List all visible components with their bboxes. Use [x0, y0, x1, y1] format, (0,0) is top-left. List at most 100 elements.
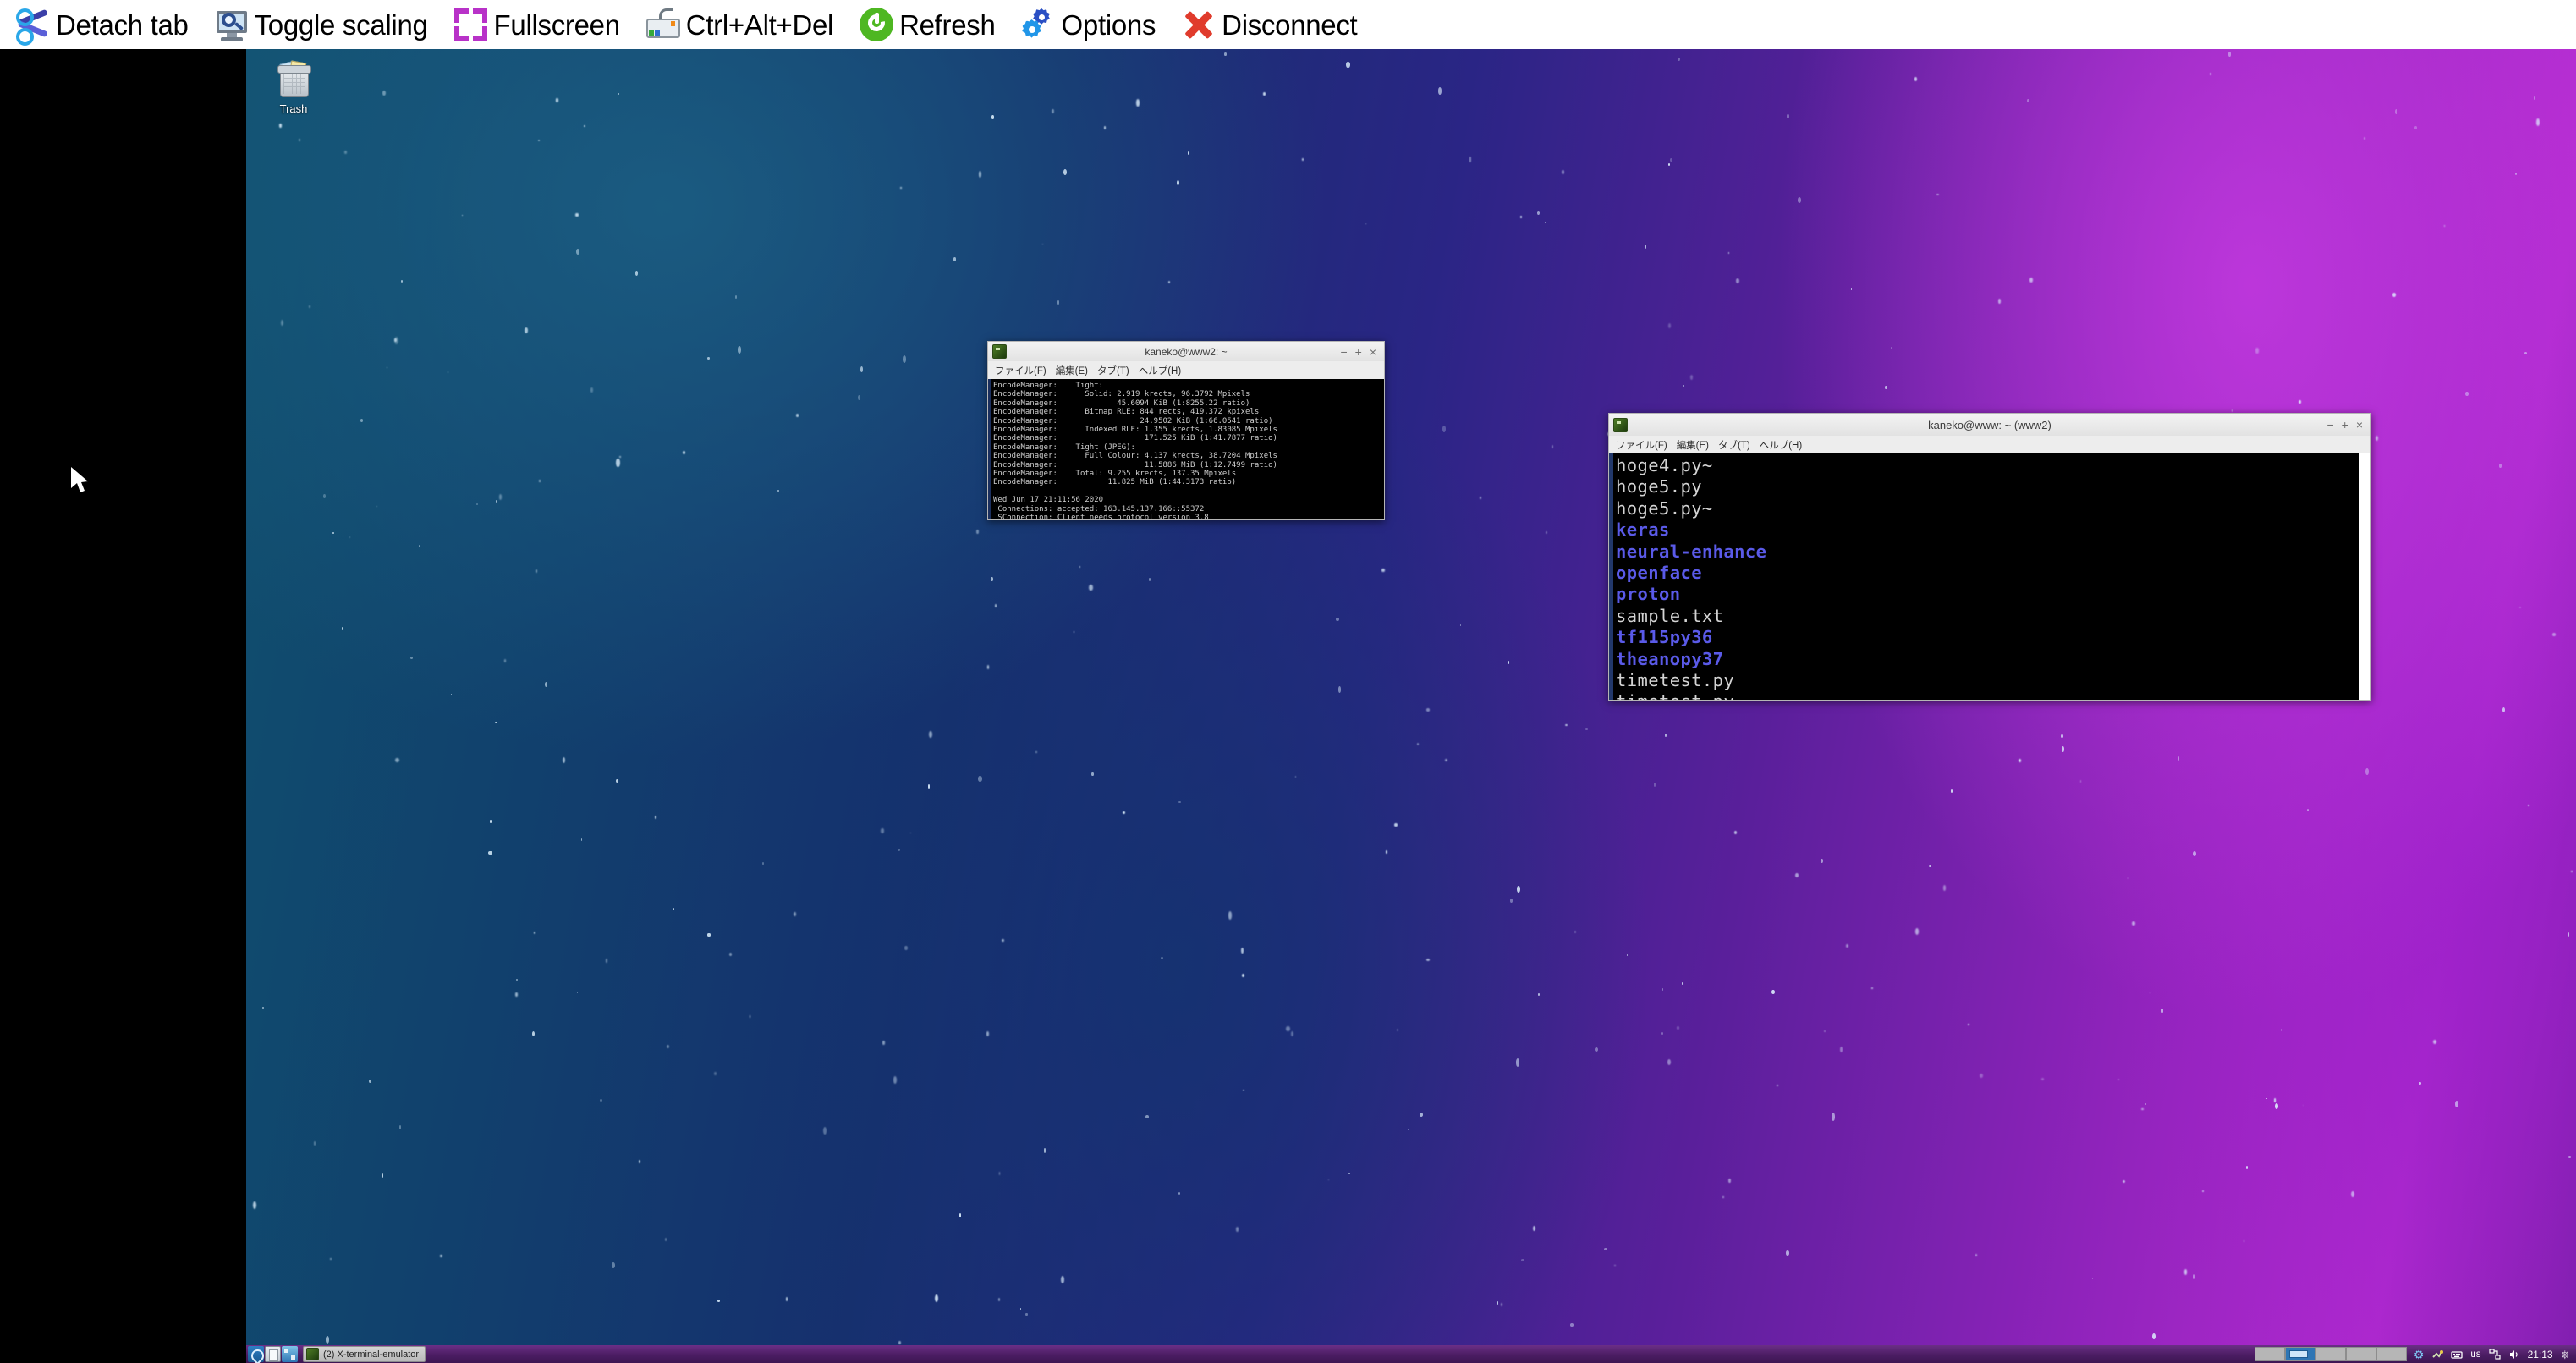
terminal-app-icon [992, 344, 1007, 359]
terminal-line: EncodeManager: Tight (JPEG): [993, 442, 1135, 452]
refresh-icon [859, 7, 894, 42]
clock[interactable]: 21:13 [2528, 1349, 2553, 1360]
terminal-line: EncodeManager: 24.9502 KiB (1:66.0541 ra… [993, 416, 1273, 426]
terminal-line: EncodeManager: Full Colour: 4.137 krects… [993, 452, 1277, 461]
options-label: Options [1061, 8, 1156, 41]
fullscreen-button[interactable]: Fullscreen [450, 1, 642, 48]
refresh-label: Refresh [899, 8, 996, 41]
power-icon[interactable]: ⎈ [2561, 1348, 2569, 1361]
menu-help[interactable]: ヘルプ(H) [1139, 364, 1181, 377]
file-entry: timetest.py~ [1616, 691, 2370, 700]
maximize-button[interactable]: + [2342, 419, 2348, 431]
workspace-2[interactable] [2284, 1347, 2315, 1361]
workspace-5[interactable] [2376, 1347, 2407, 1361]
file-entry: hoge4.py~ [1616, 455, 1713, 475]
directory-entry: neural-enhance [1616, 541, 1767, 562]
maximize-button[interactable]: + [1355, 346, 1362, 358]
workspace-1[interactable] [2254, 1347, 2285, 1361]
taskbar-right: ⚙ us 21:13 ⎈ [2254, 1345, 2576, 1363]
keyboard-layout-label[interactable]: us [2470, 1349, 2480, 1360]
bluetooth-icon[interactable]: ⚙ [2414, 1349, 2425, 1360]
workspace-4[interactable] [2345, 1347, 2376, 1361]
menu-tabs[interactable]: タブ(T) [1097, 364, 1129, 377]
taskbar-window-button[interactable]: (2) X-terminal-emulator [303, 1346, 426, 1362]
terminal-output-www2[interactable]: EncodeManager: Tight: EncodeManager: Soli… [987, 379, 1385, 520]
terminal-line: SConnection: Client needs protocol versi… [993, 514, 1209, 520]
home-icon[interactable] [248, 1346, 264, 1362]
titlebar-www2[interactable]: kaneko@www2: ~ − + × [987, 341, 1385, 361]
terminal-line: Connections: accepted: 163.145.137.166::… [993, 504, 1205, 514]
detach-tab-button[interactable]: Detach tab [12, 1, 211, 48]
titlebar-www[interactable]: kaneko@www: ~ (www2) − + × [1608, 413, 2371, 436]
volume-icon[interactable] [2508, 1349, 2520, 1360]
terminal-window-www[interactable]: kaneko@www: ~ (www2) − + × ファイル(F) 編集(E)… [1608, 413, 2371, 701]
minimize-button[interactable]: − [1340, 346, 1347, 358]
menu-edit[interactable]: 編集(E) [1056, 364, 1088, 377]
window-controls-www2: − + × [1340, 346, 1384, 358]
terminal-icon [306, 1348, 319, 1360]
terminal-line: Wed Jun 17 21:11:56 2020 [993, 496, 1104, 505]
toggle-scaling-button[interactable]: Toggle scaling [211, 1, 450, 48]
window-controls-www: − + × [2326, 419, 2370, 431]
terminal-line: EncodeManager: Indexed RLE: 1.355 krects… [993, 426, 1277, 435]
detach-tab-label: Detach tab [56, 8, 189, 41]
file-entry: hoge5.py~ [1616, 497, 1713, 519]
apps-icon[interactable] [282, 1346, 298, 1362]
menu-file[interactable]: ファイル(F) [1616, 438, 1667, 452]
menu-tabs[interactable]: タブ(T) [1718, 438, 1750, 452]
terminal-window-www2[interactable]: kaneko@www2: ~ − + × ファイル(F) 編集(E) タブ(T)… [987, 341, 1385, 520]
terminal-line: EncodeManager: 171.525 KiB (1:41.7877 ra… [993, 434, 1277, 443]
vnc-viewer-toolbar: Detach tab Toggle scaling Fullscreen Ctr… [0, 0, 2576, 49]
disconnect-button[interactable]: Disconnect [1178, 1, 1379, 48]
directory-entry: keras [1616, 519, 1670, 541]
remote-desktop-viewport[interactable]: Trash kaneko@www2: ~ − + × ファイル(F) 編集(E)… [246, 49, 2576, 1363]
options-button[interactable]: Options [1018, 1, 1178, 48]
file-entry: sample.txt [1616, 605, 1724, 626]
window-title-www: kaneko@www: ~ (www2) [1928, 418, 2051, 431]
terminal-line: EncodeManager: 45.6094 KiB (1:8255.22 ra… [993, 398, 1250, 408]
menu-file[interactable]: ファイル(F) [995, 364, 1046, 377]
disconnect-label: Disconnect [1222, 8, 1358, 41]
network-icon[interactable] [2431, 1349, 2444, 1360]
terminal-scrollbar[interactable] [2359, 453, 2370, 700]
desktop-icon-trash[interactable]: Trash [255, 60, 332, 115]
close-button[interactable]: × [1370, 346, 1376, 358]
directory-entry: theanopy37 [1616, 648, 1724, 669]
monitor-magnifier-icon [214, 7, 250, 42]
terminal-line: EncodeManager: Tight: [993, 382, 1104, 390]
close-button[interactable]: × [2356, 419, 2363, 431]
keyboard-icon [645, 7, 681, 42]
menu-help[interactable]: ヘルプ(H) [1760, 438, 1802, 452]
fullscreen-label: Fullscreen [493, 8, 621, 41]
desktop-taskbar: (2) X-terminal-emulator ⚙ us 21:13 ⎈ [246, 1345, 2576, 1363]
workspace-pager[interactable] [2254, 1347, 2407, 1361]
terminal-line: EncodeManager: Solid: 2.919 krects, 96.3… [993, 390, 1250, 399]
menubar-www2: ファイル(F) 編集(E) タブ(T) ヘルプ(H) [987, 361, 1385, 379]
file-entry: timetest.py [1616, 670, 1735, 691]
terminal-left-accent [988, 379, 991, 519]
terminal-app-icon [1613, 417, 1628, 432]
file-entry: hoge5.py [1616, 476, 1702, 497]
minimize-button[interactable]: − [2326, 419, 2333, 431]
workspace-icon[interactable] [2488, 1348, 2501, 1360]
taskbar-window-label: (2) X-terminal-emulator [323, 1349, 420, 1360]
terminal-line: EncodeManager: Total: 9.255 krects, 137.… [993, 470, 1237, 479]
ctrl-alt-del-button[interactable]: Ctrl+Alt+Del [642, 1, 855, 48]
window-title-www2: kaneko@www2: ~ [1145, 345, 1228, 358]
directory-entry: openface [1616, 563, 1702, 584]
fullscreen-arrows-icon [453, 7, 489, 42]
trash-icon [273, 60, 314, 101]
menubar-www: ファイル(F) 編集(E) タブ(T) ヘルプ(H) [1608, 436, 2371, 453]
terminal-line: EncodeManager: 11.5886 MiB (1:12.7499 ra… [993, 460, 1277, 470]
keyboard-icon[interactable] [2451, 1349, 2463, 1360]
refresh-button[interactable]: Refresh [855, 1, 1017, 48]
scissors-icon [15, 7, 51, 46]
terminal-output-www[interactable]: hoge4.py~ hoge5.py hoge5.py~ keras neural-en… [1608, 453, 2371, 701]
menu-edit[interactable]: 編集(E) [1677, 438, 1709, 452]
files-icon[interactable] [265, 1346, 281, 1362]
red-x-icon [1181, 7, 1217, 42]
ctrl-alt-del-label: Ctrl+Alt+Del [685, 8, 834, 41]
workspace-3[interactable] [2315, 1347, 2346, 1361]
directory-entry: proton [1616, 584, 1681, 605]
